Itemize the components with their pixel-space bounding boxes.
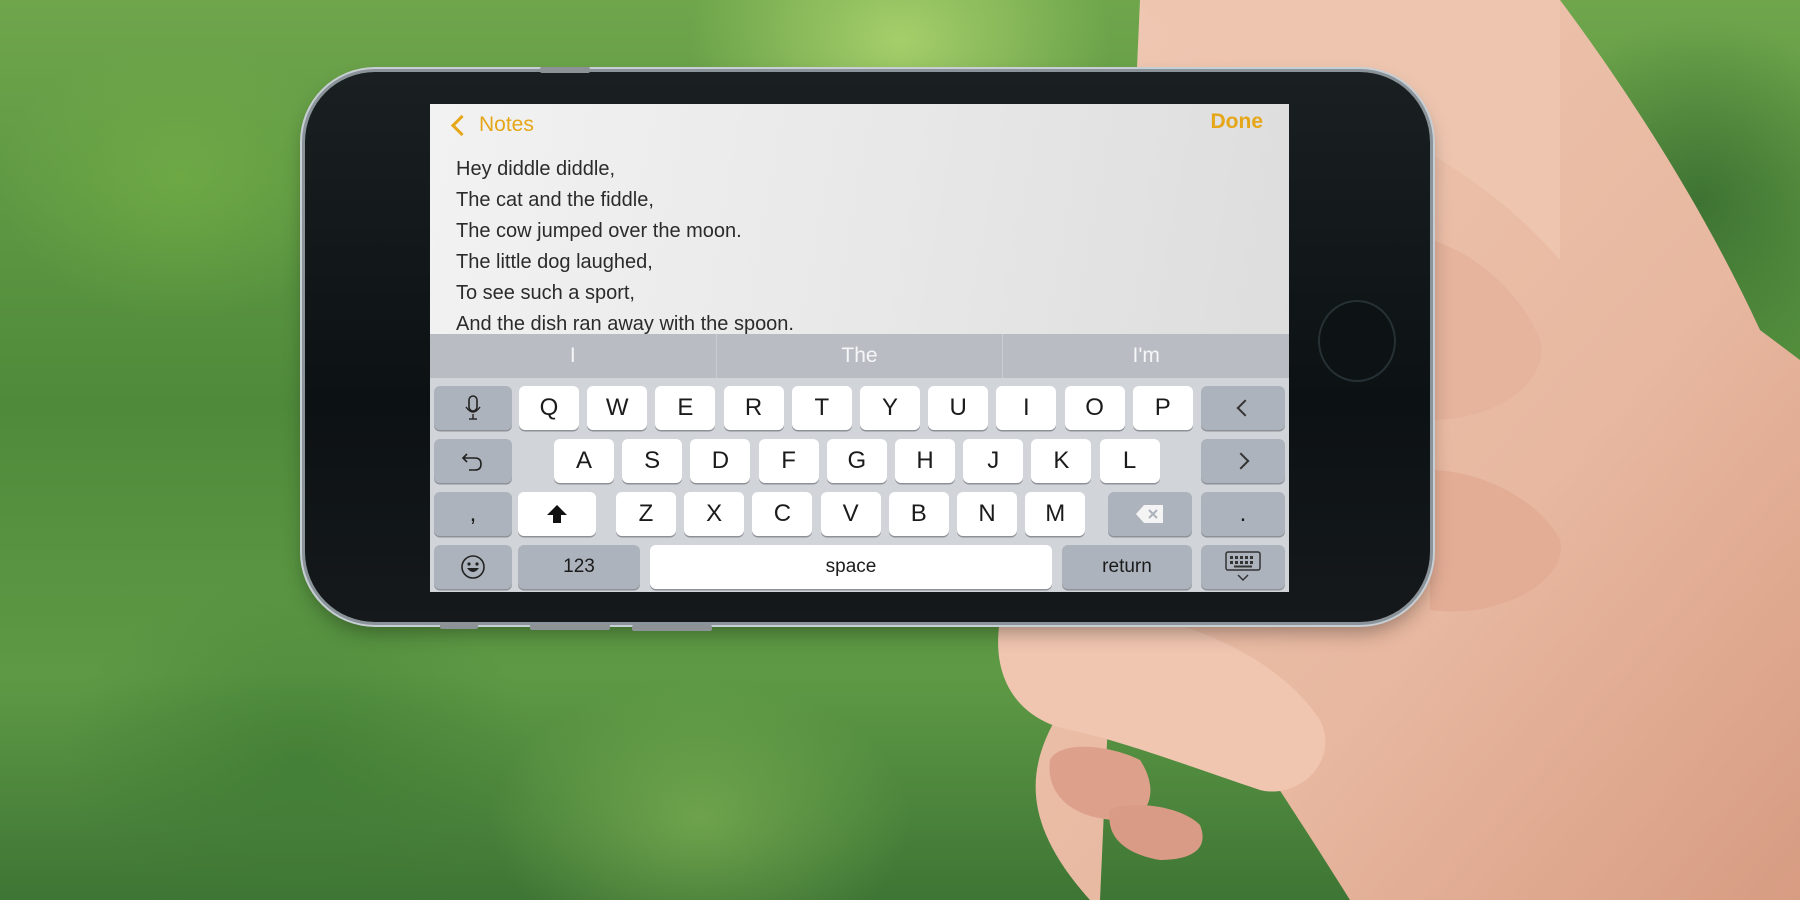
letter-key[interactable]: A: [554, 439, 614, 483]
chevron-left-icon: [1236, 399, 1254, 417]
letter-key[interactable]: S: [622, 439, 683, 483]
note-line: Hey diddle diddle,: [456, 158, 615, 180]
letter-key[interactable]: M: [1025, 492, 1086, 536]
letter-key[interactable]: X: [684, 492, 745, 536]
delete-key[interactable]: [1108, 492, 1192, 536]
letter-key[interactable]: J: [963, 439, 1024, 483]
letter-key[interactable]: U: [928, 386, 989, 430]
keyboard-dismiss-icon: [1225, 551, 1261, 582]
numbers-key[interactable]: 123: [518, 545, 640, 589]
volume-button-1: [440, 623, 478, 629]
letter-key[interactable]: B: [888, 492, 949, 536]
undo-key[interactable]: [434, 439, 512, 483]
letter-key[interactable]: O: [1064, 386, 1125, 430]
note-line: The little dog laughed,: [456, 251, 653, 273]
emoji-icon: [461, 555, 485, 579]
note-line: To see such a sport,: [456, 282, 635, 304]
suggestion-3[interactable]: I'm: [1003, 334, 1289, 378]
backspace-icon: [1136, 505, 1163, 523]
shift-arrow-icon: [547, 505, 567, 523]
photo-background: Notes Done Hey diddle diddle, The cat an…: [0, 0, 1800, 900]
chevron-right-icon: [1232, 452, 1250, 470]
letter-key[interactable]: T: [791, 386, 852, 430]
letter-key[interactable]: Y: [860, 386, 920, 430]
period-key[interactable]: .: [1201, 492, 1285, 536]
note-text-area[interactable]: Hey diddle diddle, The cat and the fiddl…: [456, 154, 1269, 340]
lower-finger-2: [1109, 805, 1203, 860]
navigation-bar: Notes Done: [430, 104, 1289, 144]
note-line: The cow jumped over the moon.: [456, 220, 742, 242]
comma-key[interactable]: ,: [434, 492, 512, 536]
dictation-key[interactable]: [434, 386, 512, 430]
home-button[interactable]: [1318, 300, 1396, 382]
cursor-right-key[interactable]: [1201, 439, 1285, 483]
note-line: The cat and the fiddle,: [456, 189, 654, 211]
volume-button-2: [530, 624, 610, 630]
undo-icon: [461, 453, 482, 471]
emoji-key[interactable]: [434, 545, 512, 589]
space-key[interactable]: space: [650, 545, 1052, 589]
letter-key[interactable]: H: [895, 439, 955, 483]
letter-key[interactable]: L: [1099, 439, 1160, 483]
shift-key[interactable]: [518, 492, 596, 536]
cursor-left-key[interactable]: [1201, 386, 1285, 430]
letter-key[interactable]: Q: [519, 386, 579, 430]
back-button-label: Notes: [479, 113, 534, 136]
letter-key[interactable]: F: [758, 439, 819, 483]
letter-key[interactable]: I: [996, 386, 1057, 430]
letter-key[interactable]: E: [655, 386, 716, 430]
letter-key[interactable]: K: [1031, 439, 1092, 483]
keyboard: , . 123 space return Q W E R T Y U I O P…: [430, 378, 1289, 592]
return-key[interactable]: return: [1062, 545, 1192, 589]
suggestion-1[interactable]: I: [430, 334, 717, 378]
letter-key[interactable]: W: [587, 386, 648, 430]
microphone-icon: [465, 395, 481, 420]
letter-key[interactable]: C: [752, 492, 813, 536]
letter-key[interactable]: R: [723, 386, 784, 430]
letter-key[interactable]: V: [820, 492, 881, 536]
suggestion-2[interactable]: The: [717, 334, 1004, 378]
notes-screen: Notes Done Hey diddle diddle, The cat an…: [430, 104, 1289, 592]
predictive-text-bar: I The I'm: [430, 334, 1289, 378]
letter-key[interactable]: G: [826, 439, 887, 483]
power-button: [540, 67, 590, 73]
done-button[interactable]: Done: [1211, 110, 1264, 134]
back-to-notes-button[interactable]: Notes: [448, 110, 534, 140]
letter-key[interactable]: Z: [616, 492, 676, 536]
volume-button-3: [632, 625, 712, 631]
letter-key[interactable]: P: [1132, 386, 1193, 430]
letter-key[interactable]: D: [690, 439, 751, 483]
dismiss-keyboard-key[interactable]: [1201, 545, 1285, 589]
letter-key[interactable]: N: [957, 492, 1017, 536]
chevron-left-icon: [450, 114, 473, 136]
